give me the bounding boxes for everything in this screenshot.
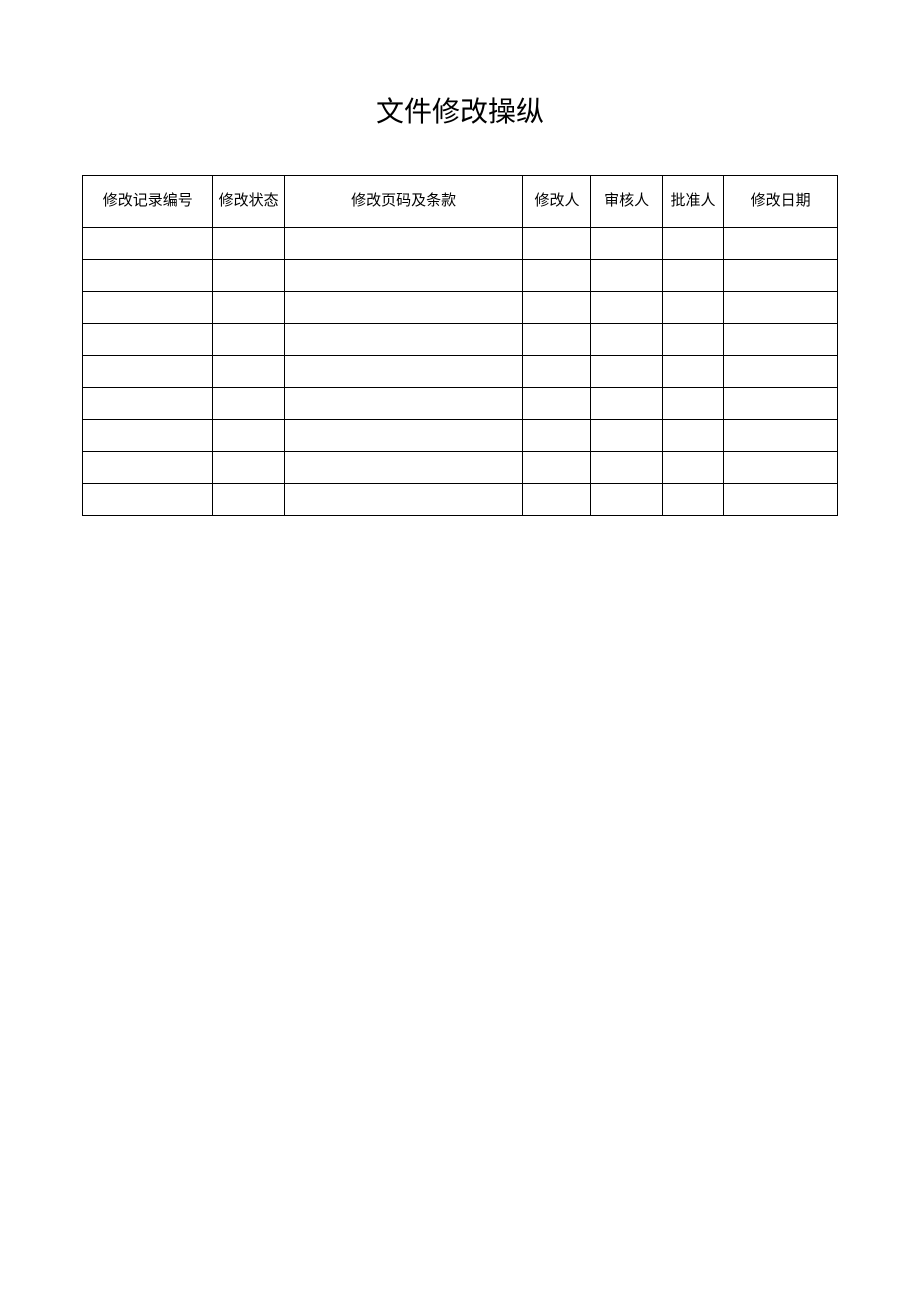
cell-record-number bbox=[83, 356, 213, 388]
table-row bbox=[83, 356, 838, 388]
cell-status bbox=[213, 324, 284, 356]
cell-record-number bbox=[83, 324, 213, 356]
document-title: 文件修改操纵 bbox=[0, 90, 920, 130]
cell-modifier bbox=[523, 484, 591, 516]
table-row bbox=[83, 260, 838, 292]
cell-page-clause bbox=[284, 228, 523, 260]
revision-table: 修改记录编号 修改状态 修改页码及条款 修改人 审核人 批准人 修改日期 bbox=[82, 175, 838, 516]
cell-modifier bbox=[523, 356, 591, 388]
header-date: 修改日期 bbox=[724, 176, 838, 228]
cell-date bbox=[724, 452, 838, 484]
cell-reviewer bbox=[591, 452, 662, 484]
cell-page-clause bbox=[284, 260, 523, 292]
table-container: 修改记录编号 修改状态 修改页码及条款 修改人 审核人 批准人 修改日期 bbox=[82, 175, 838, 516]
cell-approver bbox=[662, 420, 723, 452]
header-modifier: 修改人 bbox=[523, 176, 591, 228]
cell-reviewer bbox=[591, 260, 662, 292]
table-row bbox=[83, 484, 838, 516]
cell-status bbox=[213, 356, 284, 388]
cell-reviewer bbox=[591, 228, 662, 260]
cell-reviewer bbox=[591, 324, 662, 356]
cell-page-clause bbox=[284, 484, 523, 516]
cell-record-number bbox=[83, 292, 213, 324]
header-status: 修改状态 bbox=[213, 176, 284, 228]
table-row bbox=[83, 452, 838, 484]
cell-modifier bbox=[523, 388, 591, 420]
cell-page-clause bbox=[284, 420, 523, 452]
cell-approver bbox=[662, 260, 723, 292]
cell-page-clause bbox=[284, 324, 523, 356]
cell-approver bbox=[662, 452, 723, 484]
cell-record-number bbox=[83, 388, 213, 420]
cell-modifier bbox=[523, 324, 591, 356]
cell-date bbox=[724, 228, 838, 260]
cell-date bbox=[724, 420, 838, 452]
cell-date bbox=[724, 356, 838, 388]
cell-record-number bbox=[83, 228, 213, 260]
cell-record-number bbox=[83, 420, 213, 452]
cell-status bbox=[213, 452, 284, 484]
cell-reviewer bbox=[591, 388, 662, 420]
cell-status bbox=[213, 292, 284, 324]
cell-approver bbox=[662, 356, 723, 388]
cell-status bbox=[213, 228, 284, 260]
header-record-number: 修改记录编号 bbox=[83, 176, 213, 228]
table-row bbox=[83, 420, 838, 452]
cell-reviewer bbox=[591, 356, 662, 388]
cell-date bbox=[724, 484, 838, 516]
header-page-clause: 修改页码及条款 bbox=[284, 176, 523, 228]
cell-date bbox=[724, 260, 838, 292]
cell-modifier bbox=[523, 260, 591, 292]
cell-modifier bbox=[523, 228, 591, 260]
cell-date bbox=[724, 292, 838, 324]
cell-status bbox=[213, 484, 284, 516]
cell-approver bbox=[662, 324, 723, 356]
cell-approver bbox=[662, 484, 723, 516]
cell-page-clause bbox=[284, 356, 523, 388]
table-row bbox=[83, 292, 838, 324]
cell-record-number bbox=[83, 260, 213, 292]
table-row bbox=[83, 324, 838, 356]
cell-status bbox=[213, 420, 284, 452]
cell-page-clause bbox=[284, 452, 523, 484]
cell-modifier bbox=[523, 420, 591, 452]
cell-page-clause bbox=[284, 388, 523, 420]
cell-modifier bbox=[523, 452, 591, 484]
cell-page-clause bbox=[284, 292, 523, 324]
cell-record-number bbox=[83, 452, 213, 484]
cell-status bbox=[213, 260, 284, 292]
cell-date bbox=[724, 324, 838, 356]
cell-reviewer bbox=[591, 292, 662, 324]
cell-reviewer bbox=[591, 420, 662, 452]
table-row bbox=[83, 228, 838, 260]
header-reviewer: 审核人 bbox=[591, 176, 662, 228]
table-body bbox=[83, 228, 838, 516]
cell-approver bbox=[662, 388, 723, 420]
table-header-row: 修改记录编号 修改状态 修改页码及条款 修改人 审核人 批准人 修改日期 bbox=[83, 176, 838, 228]
cell-modifier bbox=[523, 292, 591, 324]
table-row bbox=[83, 388, 838, 420]
cell-record-number bbox=[83, 484, 213, 516]
header-approver: 批准人 bbox=[662, 176, 723, 228]
cell-status bbox=[213, 388, 284, 420]
cell-approver bbox=[662, 292, 723, 324]
cell-reviewer bbox=[591, 484, 662, 516]
cell-date bbox=[724, 388, 838, 420]
cell-approver bbox=[662, 228, 723, 260]
